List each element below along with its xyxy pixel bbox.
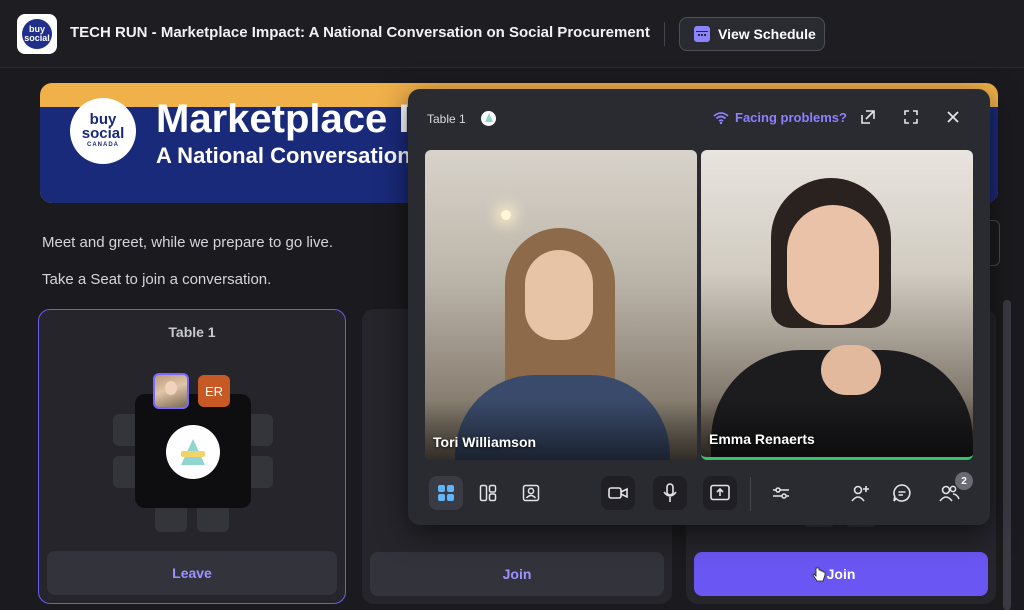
grid-layout-button[interactable] — [429, 476, 463, 510]
event-title: TECH RUN - Marketplace Impact: A Nationa… — [70, 24, 650, 41]
participant-face — [525, 250, 593, 340]
participant-face — [787, 205, 879, 325]
table-logo-icon — [481, 111, 496, 126]
join-button[interactable]: Join — [370, 552, 664, 596]
tree-icon — [181, 439, 205, 465]
avatar-initials[interactable]: ER — [198, 375, 230, 407]
facing-problems-label: Facing problems? — [735, 110, 847, 125]
intro-text-1: Meet and greet, while we prepare to go l… — [42, 234, 333, 251]
settings-sliders-icon — [773, 487, 789, 499]
microphone-icon — [663, 483, 677, 502]
calendar-icon — [694, 26, 710, 42]
sidebar-layout-icon — [479, 484, 497, 502]
intro-text-2: Take a Seat to join a conversation. — [42, 271, 272, 288]
speaker-layout-button[interactable] — [514, 476, 548, 510]
top-bar: buy social TECH RUN - Marketplace Impact… — [0, 0, 1024, 68]
facing-problems-link[interactable]: Facing problems? — [713, 110, 847, 125]
join-label: Join — [826, 566, 856, 582]
call-table-label: Table 1 — [427, 112, 466, 126]
tile-shade — [425, 400, 697, 460]
participant-hand — [821, 345, 881, 395]
table-title: Table 1 — [168, 324, 216, 340]
wifi-warning-icon — [713, 111, 729, 124]
add-person-button[interactable] — [843, 476, 877, 510]
sidebar-layout-button[interactable] — [471, 476, 505, 510]
screen-share-button[interactable] — [703, 476, 737, 510]
tile-shade — [701, 397, 973, 457]
buy-social-logo: buy social — [22, 19, 52, 49]
right-panel-edge — [990, 220, 1000, 266]
participant-count-badge: 2 — [955, 472, 973, 490]
event-logo[interactable]: buy social — [17, 14, 57, 54]
microphone-button[interactable] — [653, 476, 687, 510]
participant-name: Tori Williamson — [433, 434, 537, 450]
table-card-1[interactable]: Table 1 ER Leave — [38, 309, 346, 604]
add-person-icon — [851, 485, 869, 502]
banner-logo-line3: CANADA — [87, 142, 119, 148]
participant-name: Emma Renaerts — [709, 431, 815, 447]
fullscreen-icon[interactable] — [902, 108, 920, 126]
video-call-window: Table 1 Facing problems? Tori Williamson… — [408, 89, 990, 525]
banner-logo: buy social CANADA — [70, 98, 136, 164]
title-divider — [664, 22, 665, 46]
controls-divider — [750, 477, 751, 511]
close-icon[interactable] — [944, 108, 962, 126]
view-schedule-button[interactable]: View Schedule — [679, 17, 825, 51]
camera-icon — [608, 487, 628, 499]
chat-icon — [893, 484, 911, 502]
join-button[interactable]: Join — [694, 552, 988, 596]
grid-layout-icon — [438, 485, 454, 501]
view-schedule-label: View Schedule — [718, 26, 816, 42]
avatar[interactable] — [153, 373, 189, 409]
chat-button[interactable] — [885, 476, 919, 510]
speaker-layout-icon — [522, 484, 540, 502]
video-tile-speaking[interactable]: Emma Renaerts — [701, 150, 973, 460]
hand-cursor-icon — [812, 567, 826, 582]
table-logo — [166, 425, 220, 479]
video-tile[interactable]: Tori Williamson — [425, 150, 697, 460]
settings-button[interactable] — [764, 476, 798, 510]
scrollbar[interactable] — [1003, 300, 1011, 610]
leave-button[interactable]: Leave — [47, 551, 337, 595]
screen-share-icon — [710, 484, 730, 501]
popout-icon[interactable] — [859, 108, 877, 126]
banner-logo-line2: social — [81, 125, 125, 142]
lamp-light — [501, 210, 511, 220]
camera-button[interactable] — [601, 476, 635, 510]
